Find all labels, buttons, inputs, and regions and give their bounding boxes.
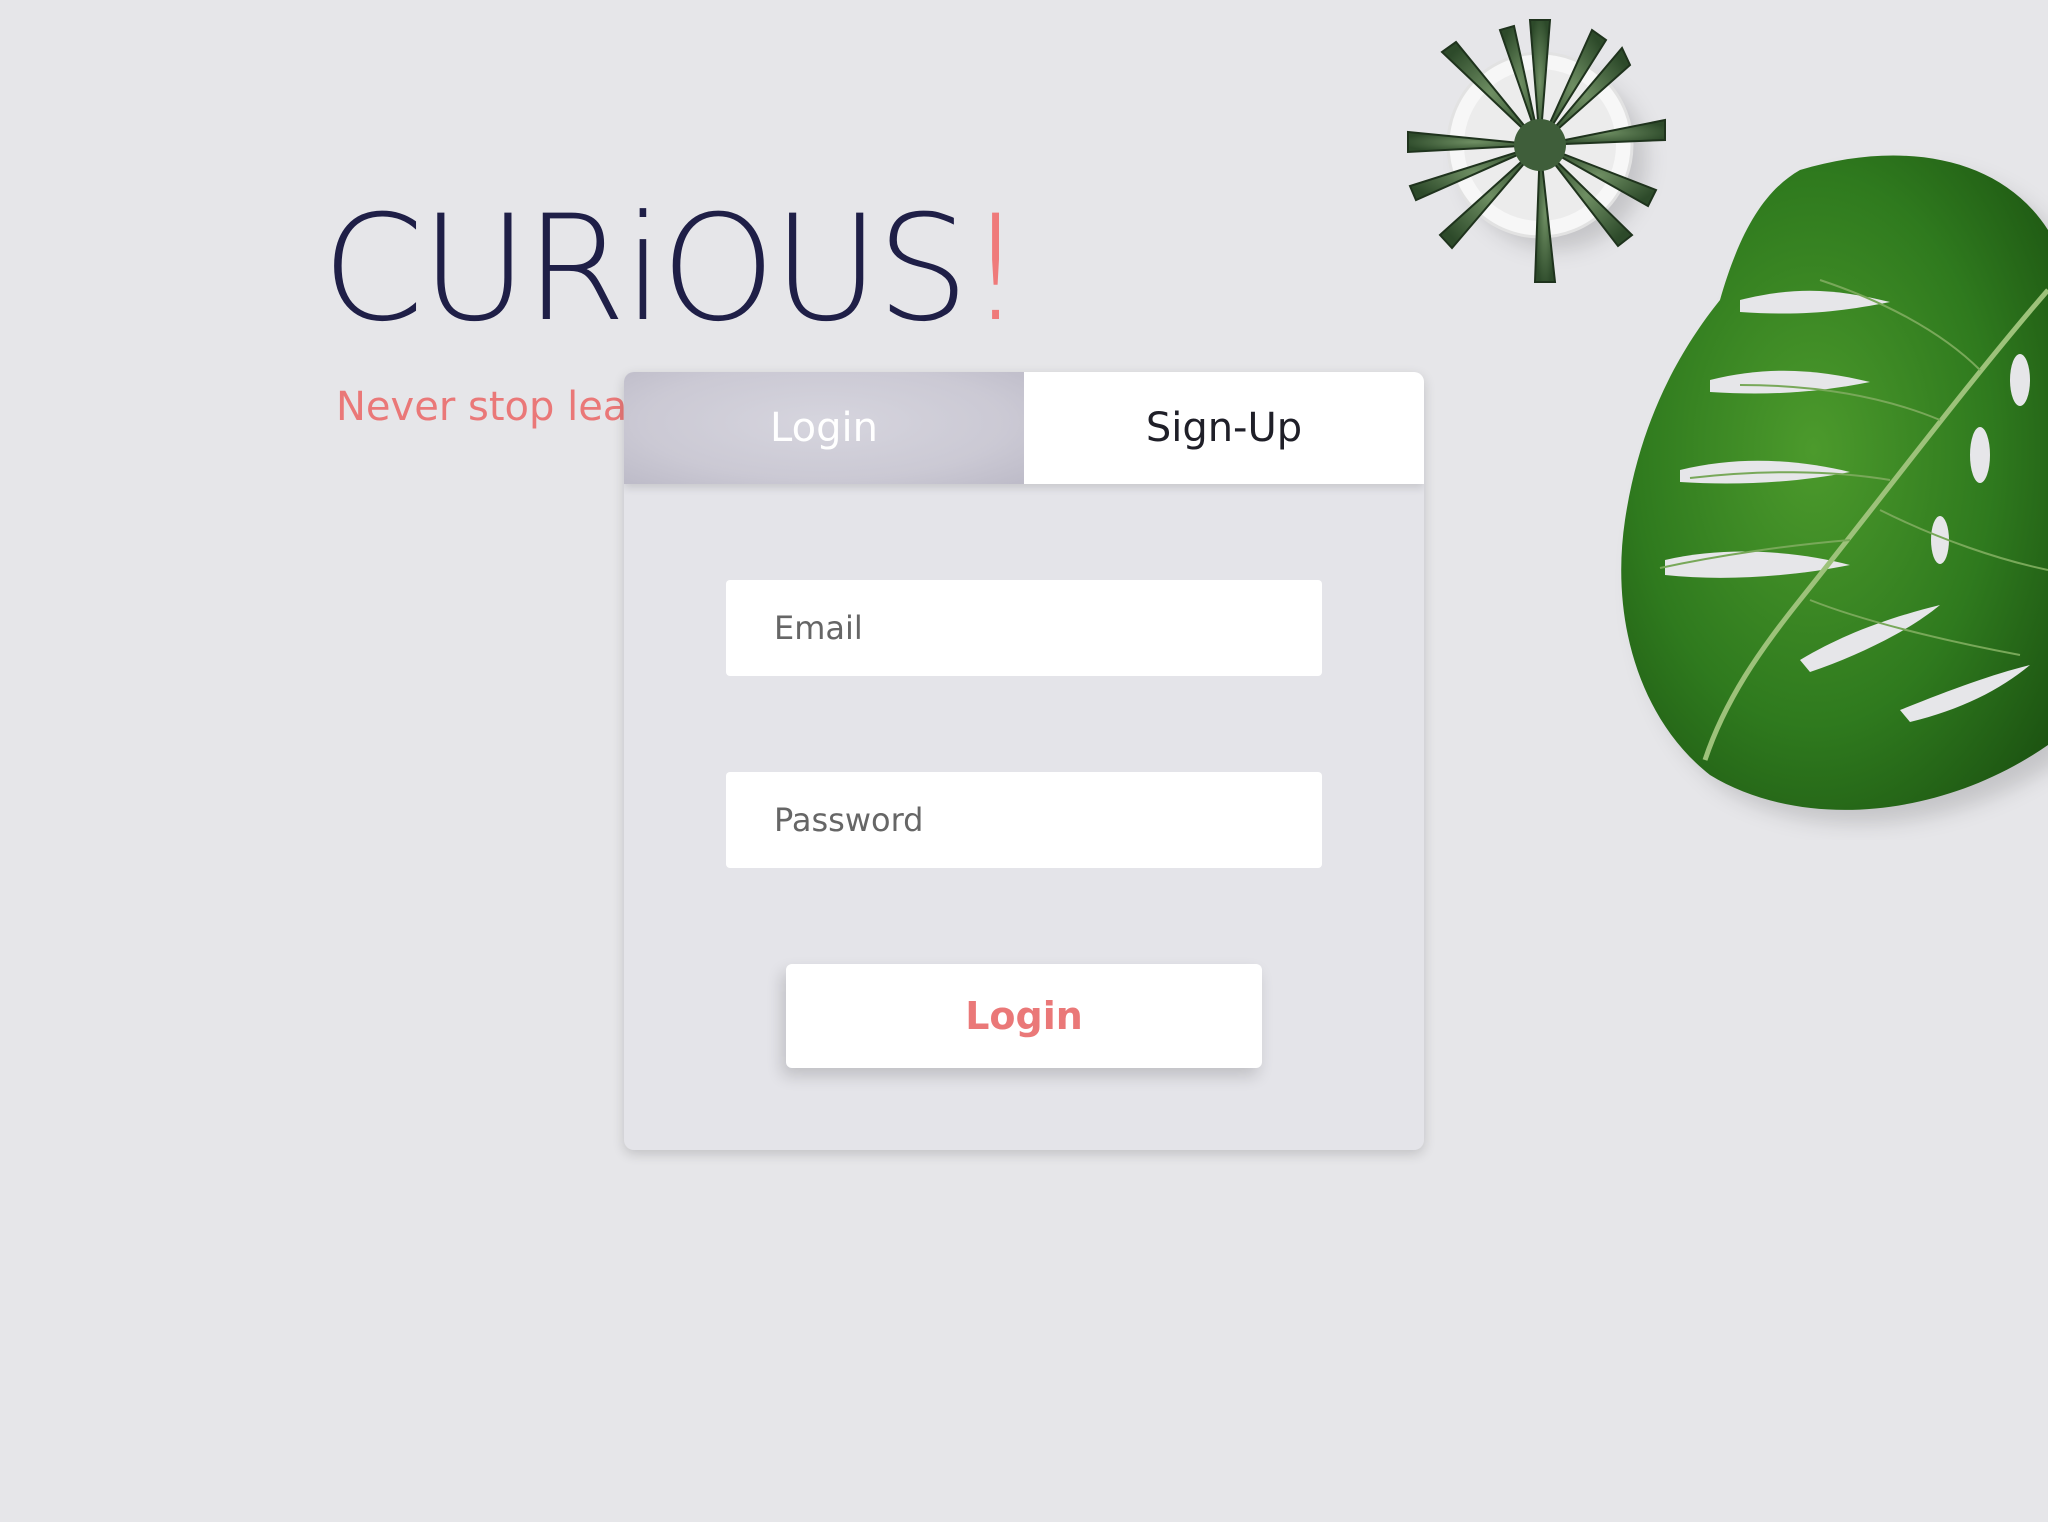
login-button[interactable]: Login	[786, 964, 1262, 1068]
auth-tabs: Login Sign-Up	[624, 372, 1424, 484]
monstera-leaf-icon	[1621, 155, 2048, 824]
password-field[interactable]	[726, 772, 1322, 868]
auth-card: Login Sign-Up Login	[624, 372, 1424, 1150]
brand-logo: CURiOUS!	[322, 196, 1025, 342]
tab-sign-up[interactable]: Sign-Up	[1024, 372, 1424, 484]
brand-name: CURiOUS	[322, 184, 969, 354]
succulent-pot-icon	[1407, 19, 1666, 283]
brand-exclamation: !	[966, 184, 1025, 354]
email-field[interactable]	[726, 580, 1322, 676]
tab-login[interactable]: Login	[624, 372, 1024, 484]
plants-decoration	[1407, 19, 2048, 824]
